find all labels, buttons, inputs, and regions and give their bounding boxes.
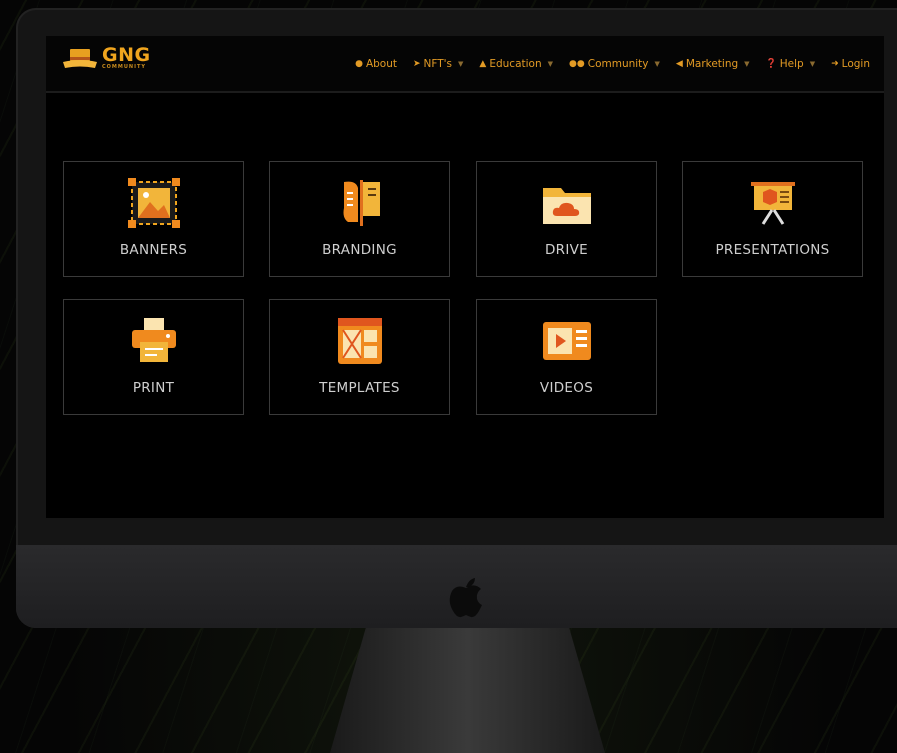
nav-login[interactable]: ➜ Login	[831, 58, 870, 70]
tile-drive[interactable]: DRIVE	[476, 161, 657, 277]
megaphone-icon: ◀	[675, 58, 683, 69]
tile-banners[interactable]: BANNERS	[63, 161, 244, 277]
monitor-stand	[330, 628, 605, 753]
map-pin-icon: ●	[355, 58, 363, 69]
monitor-chin	[16, 545, 897, 628]
tile-drive-label: DRIVE	[544, 242, 589, 258]
video-player-icon	[542, 322, 591, 360]
nav-help[interactable]: ❓ Help ▼	[766, 58, 816, 70]
cloud-folder-icon	[542, 188, 591, 224]
tile-branding[interactable]: BRANDING	[269, 161, 450, 277]
navbar: GNG COMMUNITY ● About ➤ NFT's ▼ ▲ Educat…	[46, 36, 884, 93]
tile-branding-label: BRANDING	[322, 242, 397, 258]
question-circle-icon: ❓	[765, 58, 777, 69]
tile-templates-label: TEMPLATES	[319, 380, 400, 396]
tile-presentations[interactable]: PRESENTATIONS	[682, 161, 863, 277]
chevron-down-icon: ▼	[809, 59, 816, 68]
nav-marketing-label: Marketing	[685, 57, 739, 70]
nav-nfts[interactable]: ➤ NFT's ▼	[413, 58, 463, 70]
tile-templates[interactable]: TEMPLATES	[269, 299, 450, 415]
printer-icon	[131, 318, 176, 362]
users-icon: ●●	[569, 58, 585, 69]
brand-name: GNG	[102, 44, 151, 66]
nav-about[interactable]: ● About	[355, 58, 397, 70]
tile-presentations-label: PRESENTATIONS	[715, 242, 830, 258]
brand-logo[interactable]: GNG COMMUNITY	[62, 46, 151, 70]
brand-subtitle: COMMUNITY	[102, 64, 147, 70]
hat-logo-icon	[63, 49, 97, 68]
branding-flags-icon	[343, 180, 380, 226]
nav-help-label: Help	[779, 57, 804, 70]
nav-community[interactable]: ●● Community ▼	[569, 58, 660, 70]
imac-monitor: GNG COMMUNITY ● About ➤ NFT's ▼ ▲ Educat…	[16, 8, 897, 628]
nav-marketing[interactable]: ◀ Marketing ▼	[676, 58, 750, 70]
banner-image-icon	[127, 178, 180, 228]
apple-logo-icon	[449, 578, 482, 618]
login-icon: ➜	[831, 58, 839, 69]
tile-videos-label: VIDEOS	[539, 380, 594, 396]
nav-education[interactable]: ▲ Education ▼	[479, 58, 553, 70]
tile-videos[interactable]: VIDEOS	[476, 299, 657, 415]
graduation-cap-icon: ▲	[479, 58, 487, 69]
tile-banners-label: BANNERS	[119, 242, 188, 258]
chevron-down-icon: ▼	[744, 59, 750, 68]
chevron-down-icon: ▼	[654, 59, 660, 68]
nav-about-label: About	[365, 57, 397, 70]
main-nav: ● About ➤ NFT's ▼ ▲ Education ▼ ●● Commu…	[355, 36, 870, 91]
presentation-board-icon	[750, 182, 795, 225]
tile-print-label: PRINT	[132, 380, 175, 396]
chevron-down-icon: ▼	[458, 59, 464, 68]
template-layout-icon	[337, 318, 382, 364]
screen: GNG COMMUNITY ● About ➤ NFT's ▼ ▲ Educat…	[46, 36, 884, 518]
rocket-icon: ➤	[413, 58, 421, 69]
nav-nfts-label: NFT's	[423, 57, 453, 70]
nav-education-label: Education	[489, 57, 542, 70]
nav-login-label: Login	[841, 57, 870, 70]
tile-print[interactable]: PRINT	[63, 299, 244, 415]
chevron-down-icon: ▼	[547, 59, 554, 68]
nav-community-label: Community	[587, 57, 649, 70]
